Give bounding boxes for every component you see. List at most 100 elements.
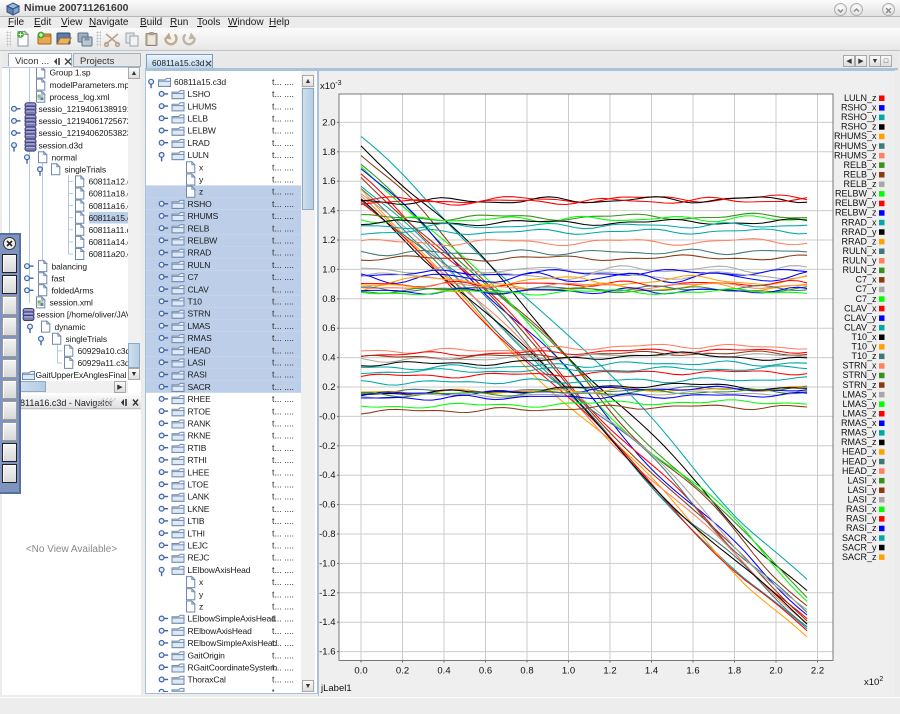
svg-text:t... ....: t... .... <box>272 175 294 185</box>
svg-text:t... ....: t... .... <box>272 358 294 368</box>
svg-text:-1.4: -1.4 <box>319 617 335 628</box>
svg-text:t... ....: t... .... <box>272 504 294 514</box>
svg-text:t... ....: t... .... <box>272 480 294 490</box>
svg-text:0.2: 0.2 <box>396 666 409 677</box>
svg-text:RASI: RASI <box>188 370 207 380</box>
svg-text:LELBW: LELBW <box>188 126 216 136</box>
svg-text:t... ....: t... .... <box>272 467 294 477</box>
svg-text:ThoraxCal: ThoraxCal <box>188 675 227 685</box>
svg-text:60811a18.c3d: 60811a18.c3d <box>89 189 129 199</box>
svg-text:STRN_y: STRN_y <box>842 370 877 380</box>
svg-text:RTHI: RTHI <box>188 455 207 465</box>
svg-text:z: z <box>199 602 203 612</box>
svg-text:LElbowSimpleAxisHead: LElbowSimpleAxisHead <box>188 614 277 624</box>
svg-text:t... ....: t... .... <box>272 309 294 319</box>
svg-text:t... ....: t... .... <box>272 650 294 660</box>
svg-text:1.2: 1.2 <box>603 666 616 677</box>
svg-text:session.xml: session.xml <box>50 298 94 308</box>
svg-text:REJC: REJC <box>188 553 210 563</box>
svg-text:CLAV: CLAV <box>188 284 210 294</box>
svg-text:RASI_x: RASI_x <box>846 504 877 514</box>
svg-text:1.2: 1.2 <box>322 235 335 246</box>
svg-text:t... ....: t... .... <box>272 272 294 282</box>
svg-text:60811a16.c3d: 60811a16.c3d <box>89 201 129 211</box>
svg-text:60929a10.c3d: 60929a10.c3d <box>78 346 129 356</box>
svg-text:z: z <box>199 187 203 197</box>
svg-text:RElbowSimpleAxisHead: RElbowSimpleAxisHead <box>188 638 278 648</box>
svg-text:RELB_y: RELB_y <box>843 170 877 180</box>
svg-text:60811a14.c3d: 60811a14.c3d <box>89 237 129 247</box>
svg-text:RELB_z: RELB_z <box>843 179 877 189</box>
svg-text:LHEE: LHEE <box>188 467 210 477</box>
svg-text:2.0: 2.0 <box>322 117 335 128</box>
svg-text:LULN_z: LULN_z <box>844 93 877 103</box>
svg-text:LMAS: LMAS <box>188 321 211 331</box>
svg-text:RELBW_y: RELBW_y <box>835 198 877 208</box>
svg-text:RELBW_z: RELBW_z <box>835 208 877 218</box>
svg-text:1.8: 1.8 <box>322 147 335 158</box>
svg-text:t... ....: t... .... <box>272 248 294 258</box>
svg-text:RTIB: RTIB <box>188 443 207 453</box>
svg-text:sessio_12194061389191: sessio_12194061389191 <box>39 104 129 114</box>
svg-text:1.4: 1.4 <box>322 206 335 217</box>
svg-text:0.8: 0.8 <box>520 666 533 677</box>
svg-text:t... ....: t... .... <box>272 553 294 563</box>
svg-text:t... ....: t... .... <box>272 382 294 392</box>
svg-text:LTOE: LTOE <box>188 480 209 490</box>
svg-text:t... ....: t... .... <box>272 114 294 124</box>
svg-text:SACR_x: SACR_x <box>842 533 877 543</box>
svg-text:RMAS: RMAS <box>188 333 213 343</box>
svg-text:RHUMS_x: RHUMS_x <box>834 131 877 141</box>
svg-text:session [/home/oliver/JAVA: session [/home/oliver/JAVA <box>37 310 129 320</box>
svg-text:t... ....: t... .... <box>272 345 294 355</box>
svg-text:RHUMS_y: RHUMS_y <box>834 141 877 151</box>
svg-text:LMAS_x: LMAS_x <box>842 389 877 399</box>
svg-text:t... ....: t... .... <box>272 297 294 307</box>
svg-text:-1.6: -1.6 <box>319 647 335 658</box>
svg-text:T10_y: T10_y <box>851 342 877 352</box>
svg-text:0.2: 0.2 <box>322 382 335 393</box>
svg-text:C7: C7 <box>188 272 199 282</box>
svg-text:T10_z: T10_z <box>851 351 877 361</box>
svg-text:modelParameters.mp: modelParameters.mp <box>50 80 129 90</box>
svg-text:RELBW: RELBW <box>188 236 218 246</box>
svg-text:LMAS_z: LMAS_z <box>842 409 877 419</box>
svg-text:0.4: 0.4 <box>322 353 335 364</box>
svg-text:STRN_z: STRN_z <box>842 380 877 390</box>
svg-text:t... ....: t... .... <box>272 394 294 404</box>
svg-text:T10: T10 <box>188 297 203 307</box>
svg-text:LASI_z: LASI_z <box>847 495 877 505</box>
svg-text:-1.2: -1.2 <box>319 588 335 599</box>
svg-text:t... ....: t... .... <box>272 284 294 294</box>
svg-text:LASI: LASI <box>188 358 206 368</box>
svg-text:CLAV_z: CLAV_z <box>844 322 877 332</box>
svg-text:t... ....: t... .... <box>272 260 294 270</box>
svg-text:0.6: 0.6 <box>479 666 492 677</box>
svg-text:t... ....: t... .... <box>272 443 294 453</box>
svg-text:1.4: 1.4 <box>645 666 658 677</box>
svg-text:60929a11.c3d: 60929a11.c3d <box>78 358 129 368</box>
svg-text:RGaitCoordinateSystem: RGaitCoordinateSystem <box>188 663 278 673</box>
svg-text:STRN_x: STRN_x <box>842 361 877 371</box>
svg-text:RRAD: RRAD <box>188 248 212 258</box>
svg-text:RSHO: RSHO <box>188 199 213 209</box>
svg-text:t... ....: t... .... <box>272 419 294 429</box>
svg-text:0.0: 0.0 <box>354 666 367 677</box>
svg-text:RASI_y: RASI_y <box>846 514 877 524</box>
svg-text:LSHO: LSHO <box>188 89 211 99</box>
svg-text:LASI_y: LASI_y <box>847 485 877 495</box>
svg-text:t... ....: t... .... <box>272 492 294 502</box>
svg-text:-0.0: -0.0 <box>319 411 335 422</box>
svg-text:C7_x: C7_x <box>855 275 877 285</box>
svg-text:1.6: 1.6 <box>322 176 335 187</box>
svg-text:RRAD_x: RRAD_x <box>841 217 877 227</box>
svg-text:RHEE: RHEE <box>188 394 212 404</box>
svg-text:CLAV_x: CLAV_x <box>844 303 877 313</box>
svg-text:RHUMS_z: RHUMS_z <box>834 150 877 160</box>
svg-text:t... ....: t... .... <box>272 431 294 441</box>
svg-text:foldedArms: foldedArms <box>52 286 94 296</box>
svg-text:LMAS_y: LMAS_y <box>842 399 877 409</box>
svg-text:t... ....: t... .... <box>272 626 294 636</box>
svg-text:t... ....: t... .... <box>272 187 294 197</box>
svg-text:t... ....: t... .... <box>272 138 294 148</box>
